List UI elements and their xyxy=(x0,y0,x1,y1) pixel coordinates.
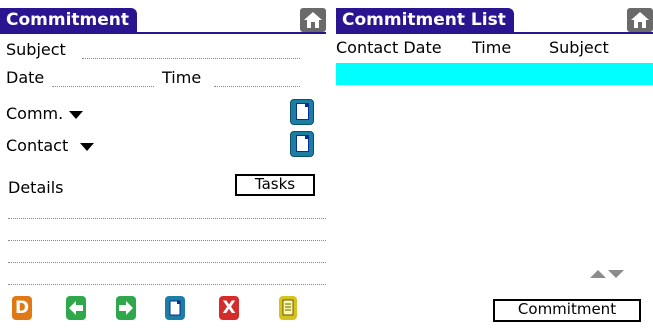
list-item[interactable] xyxy=(336,63,653,85)
new-comm-button[interactable] xyxy=(290,99,314,125)
page-title: Commitment xyxy=(0,8,138,32)
page-title: Commitment List xyxy=(336,8,514,32)
scroll-arrows xyxy=(588,264,628,278)
contact-selector[interactable]: Contact xyxy=(6,136,95,156)
commitment-button[interactable]: Commitment xyxy=(493,299,641,322)
new-document-icon xyxy=(296,103,309,120)
date-label: Date xyxy=(6,68,45,87)
back-arrow-icon xyxy=(69,301,83,315)
comm-selector[interactable]: Comm. xyxy=(6,104,84,124)
new-document-icon xyxy=(169,300,181,316)
title-bar: Commitment List xyxy=(336,8,653,34)
comm-label: Comm. xyxy=(6,104,64,123)
column-header-subject[interactable]: Subject xyxy=(549,38,609,58)
details-label: Details xyxy=(8,178,64,197)
forward-arrow-icon xyxy=(119,301,133,315)
details-line xyxy=(8,262,326,263)
time-label: Time xyxy=(162,68,202,87)
home-icon[interactable] xyxy=(627,8,653,32)
commitment-form: Commitment Subject Date Time Comm. Conta… xyxy=(0,0,326,329)
column-header-contact-date[interactable]: Contact Date xyxy=(336,38,442,58)
new-document-icon xyxy=(296,135,309,152)
subject-label: Subject xyxy=(6,40,66,59)
details-line xyxy=(8,218,326,219)
scroll-up-icon[interactable] xyxy=(590,270,606,278)
cancel-icon: X xyxy=(222,298,236,318)
notes-icon xyxy=(282,299,294,316)
details-line xyxy=(8,284,326,285)
back-button[interactable] xyxy=(66,296,86,320)
contact-label: Contact xyxy=(6,136,69,155)
cancel-button[interactable]: X xyxy=(219,296,239,320)
chevron-down-icon xyxy=(69,110,84,119)
column-header-time[interactable]: Time xyxy=(472,38,511,58)
date-field[interactable] xyxy=(52,86,154,87)
time-field[interactable] xyxy=(214,86,300,87)
delete-icon: D xyxy=(14,298,30,318)
home-icon[interactable] xyxy=(300,8,326,32)
details-line xyxy=(8,240,326,241)
delete-button[interactable]: D xyxy=(12,296,32,320)
tasks-button[interactable]: Tasks xyxy=(235,174,315,196)
forward-button[interactable] xyxy=(116,296,136,320)
commitment-list: Commitment List Contact Date Time Subjec… xyxy=(336,0,653,329)
notes-button[interactable] xyxy=(279,296,297,320)
scroll-down-icon[interactable] xyxy=(608,270,624,278)
new-button[interactable] xyxy=(165,296,185,320)
subject-field[interactable] xyxy=(82,58,300,59)
new-contact-button[interactable] xyxy=(290,131,314,157)
title-bar: Commitment xyxy=(0,8,326,34)
chevron-down-icon xyxy=(80,142,95,151)
